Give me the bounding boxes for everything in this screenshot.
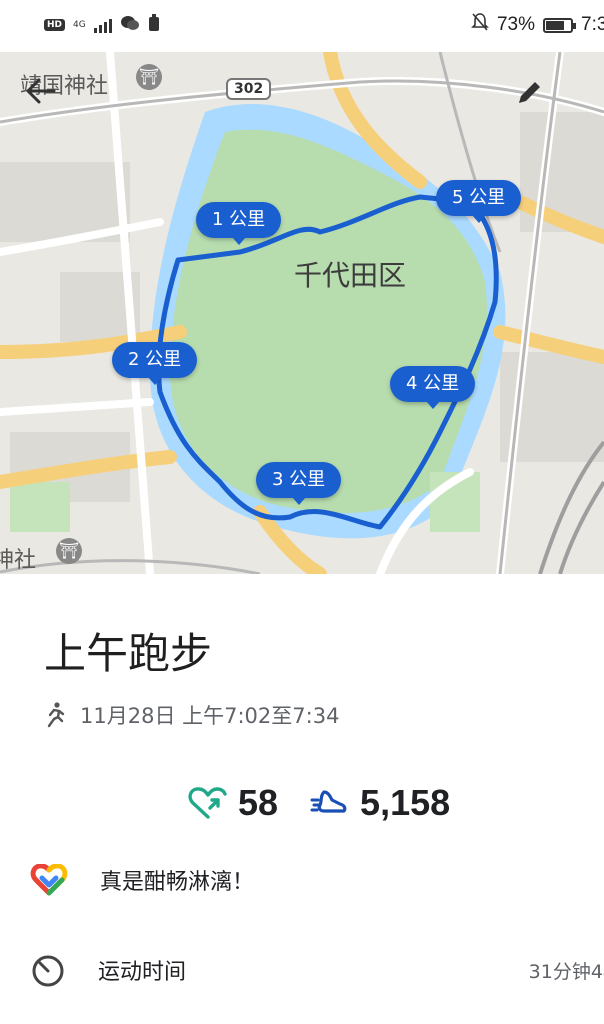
shrine-torii-icon: ⛩ — [136, 64, 162, 90]
km-marker-1[interactable]: 1 公里 — [196, 202, 282, 245]
activity-note-row[interactable]: 真是酣畅淋漓！ — [30, 864, 604, 896]
notification-icon — [148, 14, 160, 36]
timer-icon — [32, 955, 64, 987]
activity-datetime: 11月28日 上午7:02至7:34 — [80, 704, 340, 728]
activity-stats: 58 5,158 — [188, 782, 450, 824]
activity-detail-panel: 上午跑步 11月28日 上午7:02至7:34 58 5,158 真是酣畅淋漓！… — [0, 574, 604, 1024]
map-place-label: 神社 — [0, 548, 37, 573]
km-marker-3[interactable]: 3 公里 — [256, 462, 342, 505]
km-marker-5[interactable]: 5 公里 — [436, 180, 522, 223]
google-fit-heart-icon — [30, 864, 68, 896]
shrine-torii-icon: ⛩ — [56, 538, 82, 564]
road-number-badge: 302 — [226, 78, 272, 100]
steps-value: 5,158 — [360, 782, 451, 823]
wechat-icon — [120, 15, 140, 35]
edit-pencil-icon — [519, 82, 540, 103]
battery-icon — [543, 17, 577, 33]
duration-row[interactable]: 运动时间 31分钟44秒 — [30, 952, 604, 988]
heart-points-icon — [188, 787, 227, 819]
steps-stat[interactable]: 5,158 — [310, 782, 450, 824]
activity-meta: 11月28日 上午7:02至7:34 — [44, 700, 339, 730]
steps-icon — [310, 790, 347, 813]
duration-label: 运动时间 — [98, 960, 187, 985]
signal-icon — [93, 17, 112, 33]
km-marker-2[interactable]: 2 公里 — [112, 342, 198, 385]
activity-title: 上午跑步 — [44, 629, 213, 678]
route-map[interactable]: 靖国神社 ⛩ 302 千代田区 神社 ⛩ 1 公里 2 公里 3 公里 4 公里… — [0, 52, 604, 574]
activity-note: 真是酣畅淋漓！ — [100, 870, 255, 895]
district-label: 千代田区 — [294, 259, 407, 292]
battery-percent: 73% — [496, 14, 536, 35]
network-type: 4G — [73, 20, 86, 30]
heart-points-stat[interactable]: 58 — [188, 782, 278, 824]
runner-icon — [47, 702, 65, 728]
back-button[interactable] — [26, 78, 70, 122]
heart-points-value: 58 — [238, 782, 279, 823]
status-bar: HD 4G 73% 7:35 — [0, 0, 604, 52]
hd-badge: HD — [44, 19, 66, 31]
km-marker-4[interactable]: 4 公里 — [390, 366, 476, 409]
back-arrow-icon — [26, 78, 56, 104]
duration-value: 31分钟44秒 — [528, 960, 604, 983]
edit-button[interactable] — [514, 78, 558, 122]
clock: 7:35 — [581, 14, 604, 35]
mute-bell-icon — [471, 12, 489, 38]
